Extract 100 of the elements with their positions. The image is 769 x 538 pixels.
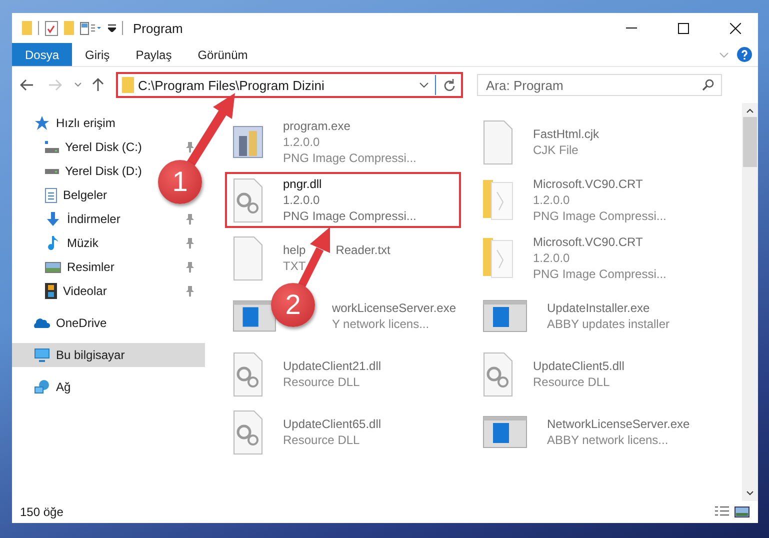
file-detail: PNG Image Compressi... (283, 151, 416, 165)
ribbon-tab[interactable]: Dosya (12, 43, 72, 66)
back-button[interactable] (20, 79, 34, 91)
pin-icon (185, 261, 195, 273)
step-number-badge: 2 (271, 283, 315, 327)
navigation-label: Yerel Disk (D:) (65, 164, 142, 178)
film-icon (45, 283, 57, 299)
network-icon (34, 379, 50, 395)
folder-icon (122, 77, 134, 93)
recent-locations-button[interactable] (74, 82, 82, 88)
ribbon-tab[interactable]: Paylaş (122, 43, 185, 66)
file-detail: ABBY updates installer (547, 317, 670, 331)
file-detail: 1.2.0.0 (533, 193, 571, 207)
navigation-label: Ağ (56, 380, 71, 394)
down-arrow-icon (45, 211, 61, 227)
pin-icon (185, 285, 195, 297)
navigation-label: Bu bilgisayar (56, 348, 125, 362)
star-icon (34, 115, 50, 131)
file-name: FastHtml.cjk (533, 127, 599, 141)
file-name: pngr.dll (283, 177, 323, 191)
file-detail: ABBY network licens... (547, 433, 670, 447)
checklist-icon (45, 20, 58, 36)
file-detail: 1.2.0.0 (283, 193, 321, 207)
help-icon (737, 47, 752, 62)
properties-icon (80, 22, 102, 34)
navigation-item[interactable]: Ağ (12, 375, 81, 399)
chevron-down-icon (719, 52, 729, 58)
file-detail: Resource DLL (533, 375, 611, 389)
cloud-icon (34, 318, 50, 328)
navigation-item[interactable]: Resimler (12, 255, 205, 279)
file-name: Reader.txt (336, 243, 390, 257)
file-detail: PNG Image Compressi... (283, 209, 416, 223)
document-icon (45, 188, 57, 202)
large-icons-view-button[interactable] (734, 505, 750, 519)
chevron-up-icon (746, 108, 754, 113)
drive-icon (45, 168, 59, 174)
installer-icon (233, 126, 263, 158)
navigation-label: Müzik (67, 236, 98, 250)
file-name: Microsoft.VC90.CRT (533, 235, 644, 249)
file-detail: 1.2.0.0 (283, 135, 321, 149)
step-number-badge: 1 (158, 160, 202, 204)
navigation-item[interactable]: Hızlı erişim (12, 111, 126, 135)
folder-icon (64, 21, 74, 35)
address-bar[interactable]: C:\Program Files\Program Dizini (116, 72, 463, 98)
file-icon (483, 120, 513, 164)
file-name: help (283, 243, 306, 257)
file-name: UpdateInstaller.exe (547, 301, 651, 315)
chevron-down-icon (746, 491, 754, 496)
navigation-label: Belgeler (63, 188, 108, 202)
file-detail: 1.2.0.0 (533, 251, 571, 265)
navigation-item[interactable]: Yerel Disk (D:) (12, 159, 152, 183)
file-name: UpdateClient21.dll (283, 359, 382, 373)
search-field[interactable]: Ara: Program (477, 74, 722, 96)
minimize-icon (626, 27, 636, 29)
file-detail: PNG Image Compressi... (533, 209, 666, 223)
navigation-item[interactable]: OneDrive (12, 311, 117, 335)
scrollbar[interactable] (742, 103, 758, 501)
file-detail: CJK File (533, 143, 580, 157)
scrollbar-thumb[interactable] (743, 117, 757, 167)
file-detail: Resource DLL (283, 375, 361, 389)
navigation-label: OneDrive (56, 316, 107, 330)
navigation-item[interactable]: Yerel Disk (C:) (12, 135, 205, 159)
navigation-label: Videolar (63, 284, 107, 298)
file-detail: Y network licens... (332, 317, 430, 331)
application-window-icon (483, 300, 527, 332)
maximize-icon (678, 22, 688, 34)
folder-icon (483, 238, 513, 278)
folder-icon (22, 21, 32, 35)
application-window-icon (483, 416, 527, 448)
navigation-item[interactable]: Belgeler (12, 183, 118, 207)
ribbon-tab[interactable]: Giriş (72, 43, 123, 66)
address-path: C:\Program Files\Program Dizini (138, 78, 326, 92)
image-icon (45, 262, 61, 272)
monitor-icon (34, 347, 50, 363)
file-tile[interactable]: pngr.dll 1.2.0.0 PNG Image Compressi... (225, 172, 461, 228)
settings-file-icon (233, 352, 263, 396)
file-detail: PNG Image Compressi... (533, 267, 666, 281)
application-window-icon (233, 300, 276, 332)
navigation-label: Yerel Disk (C:) (65, 140, 142, 154)
file-detail: Resource DLL (283, 433, 361, 447)
navigation-item[interactable]: İndirmeler (12, 207, 205, 231)
navigation-item[interactable]: Videolar (12, 279, 205, 303)
pin-icon (185, 141, 195, 153)
item-count: 150 öğe (20, 505, 64, 519)
up-button[interactable] (92, 78, 104, 92)
file-name: NetworkLicenseServer.exe (547, 417, 690, 431)
settings-file-icon (233, 178, 263, 222)
file-name: workLicenseServer.exe (332, 301, 453, 315)
refresh-icon (442, 79, 454, 91)
close-icon (730, 22, 740, 34)
window-title: Program (133, 20, 184, 36)
navigation-label: Resimler (67, 260, 114, 274)
pin-icon (185, 237, 195, 249)
navigation-item[interactable]: Bu bilgisayar (12, 343, 205, 367)
file-name: Microsoft.VC90.CRT (533, 177, 644, 191)
navigation-item[interactable]: Müzik (12, 231, 205, 255)
file-icon (233, 236, 263, 280)
ribbon-tab[interactable]: Görünüm (184, 43, 261, 66)
file-detail: TXT (283, 259, 307, 273)
dropdown-icon (108, 24, 116, 32)
